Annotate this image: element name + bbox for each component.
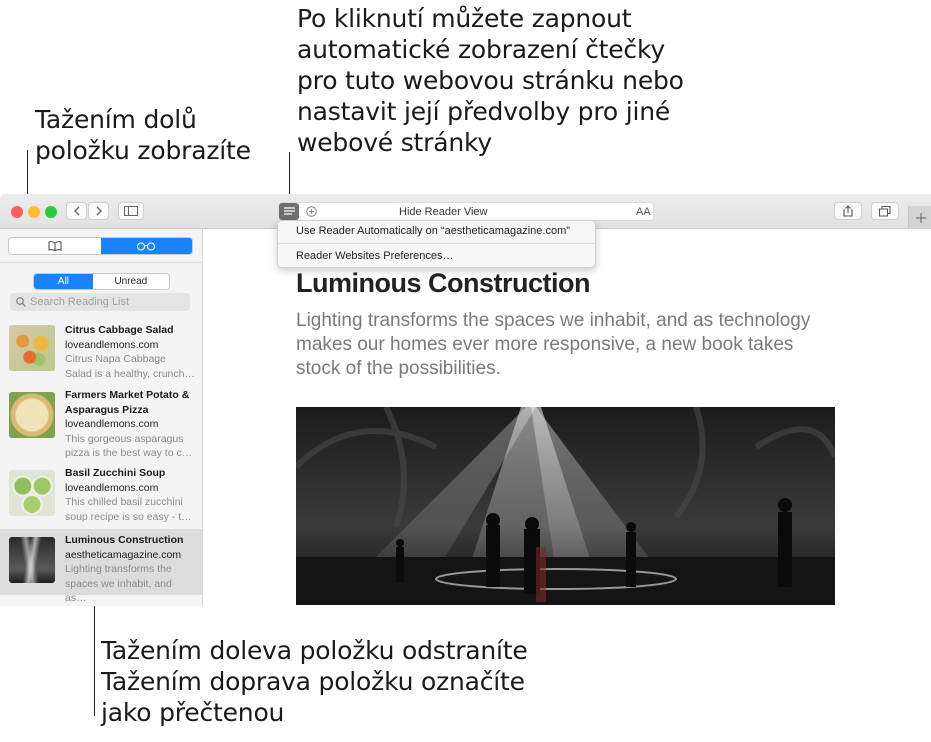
list-item[interactable]: Basil Zucchini Soup loveandlemons.com Th… <box>0 462 202 528</box>
tab-bookmarks[interactable] <box>9 238 101 254</box>
reader-view-button[interactable] <box>279 203 299 220</box>
close-button[interactable] <box>11 206 23 218</box>
item-description-line2: pizza is the best way to c… <box>65 447 193 459</box>
plus-icon <box>915 212 926 223</box>
article-dek: Lighting transforms the spaces we inhabi… <box>296 310 811 379</box>
add-circle-icon[interactable] <box>306 206 317 217</box>
list-item[interactable]: Citrus Cabbage Salad loveandlemons.com C… <box>0 319 202 385</box>
item-title-line2: Asparagus Pizza <box>65 403 149 416</box>
thumbnail-image <box>9 325 55 371</box>
chevron-left-icon <box>73 206 79 216</box>
list-item-selected[interactable]: Luminous Construction aestheticamagazine… <box>0 529 202 604</box>
callout-swipe: Tažením doleva položku odstraníte Tažení… <box>101 636 528 727</box>
search-placeholder: Search Reading List <box>30 296 130 308</box>
article-hero-image <box>296 407 835 605</box>
item-site: aestheticamagazine.com <box>65 548 182 561</box>
sidebar-segmented-control <box>8 237 193 255</box>
menu-separator <box>278 243 595 244</box>
share-button[interactable] <box>834 202 862 220</box>
zoom-button[interactable] <box>45 206 57 218</box>
filter-unread-button[interactable]: Unread <box>92 274 169 289</box>
glasses-icon <box>137 241 156 251</box>
minimize-button[interactable] <box>28 206 40 218</box>
thumbnail-image <box>9 537 55 583</box>
item-title: Luminous Construction <box>65 534 184 546</box>
reader-lines-icon <box>283 207 295 215</box>
item-title: Farmers Market Potato & <box>65 389 190 401</box>
back-button[interactable] <box>66 202 87 220</box>
callout-pull-down: Tažením dolů položku zobrazíte <box>35 105 251 165</box>
sidebar-toggle-button[interactable] <box>118 202 144 220</box>
address-bar[interactable]: Hide Reader View AA <box>278 202 654 221</box>
sidebar-divider <box>0 262 202 263</box>
filter-segmented-control: All Unread <box>33 273 170 290</box>
callout-reader-menu: Po kliknutí můžete zapnout automatické z… <box>297 4 684 157</box>
item-site: loveandlemons.com <box>65 481 159 494</box>
book-icon <box>48 241 62 251</box>
thumbnail-image <box>9 470 55 516</box>
tabs-overview-button[interactable] <box>871 202 899 220</box>
item-description-line2: spaces we inhabit, and as… <box>65 577 172 605</box>
address-title: Hide Reader View <box>399 206 488 218</box>
article-title: Luminous Construction <box>296 268 590 298</box>
menu-item-reader-websites-preferences[interactable]: Reader Websites Preferences… <box>296 250 454 262</box>
new-tab-button[interactable] <box>908 206 931 229</box>
item-description-line1: Citrus Napa Cabbage <box>65 353 166 365</box>
tabs-icon <box>879 205 891 216</box>
item-description-line2: Salad is a healthy, crunch… <box>65 367 195 380</box>
item-site: loveandlemons.com <box>65 418 159 430</box>
filter-all-button[interactable]: All <box>34 274 93 289</box>
share-icon <box>843 205 853 217</box>
item-description-line1: This chilled basil zucchini <box>65 496 183 508</box>
text-size-button[interactable]: AA <box>636 206 651 218</box>
chevron-right-icon <box>96 206 102 216</box>
item-description-line1: This gorgeous asparagus <box>65 432 184 445</box>
search-field[interactable]: Search Reading List <box>10 293 190 311</box>
menu-item-use-reader-automatically[interactable]: Use Reader Automatically on “aestheticam… <box>296 225 570 237</box>
list-item[interactable]: Farmers Market Potato & Asparagus Pizza … <box>0 384 202 459</box>
reading-list-sidebar: All Unread Search Reading List Citrus Ca… <box>0 229 203 606</box>
sidebar-icon <box>124 206 138 216</box>
light-installation-photo <box>296 407 835 605</box>
item-description-line2: soup recipe is so easy - t… <box>65 510 192 523</box>
item-site: loveandlemons.com <box>65 338 159 351</box>
item-description-line1: Lighting transforms the <box>65 563 172 575</box>
item-title: Citrus Cabbage Salad <box>65 324 174 336</box>
leader-line-swipe <box>94 596 95 716</box>
thumbnail-image <box>9 392 55 438</box>
item-title: Basil Zucchini Soup <box>65 467 166 479</box>
forward-button[interactable] <box>88 202 109 220</box>
reader-options-menu: Use Reader Automatically on “aestheticam… <box>277 220 596 268</box>
tab-reading-list[interactable] <box>100 238 192 254</box>
search-icon <box>16 297 26 307</box>
leader-line-reader <box>289 152 290 200</box>
